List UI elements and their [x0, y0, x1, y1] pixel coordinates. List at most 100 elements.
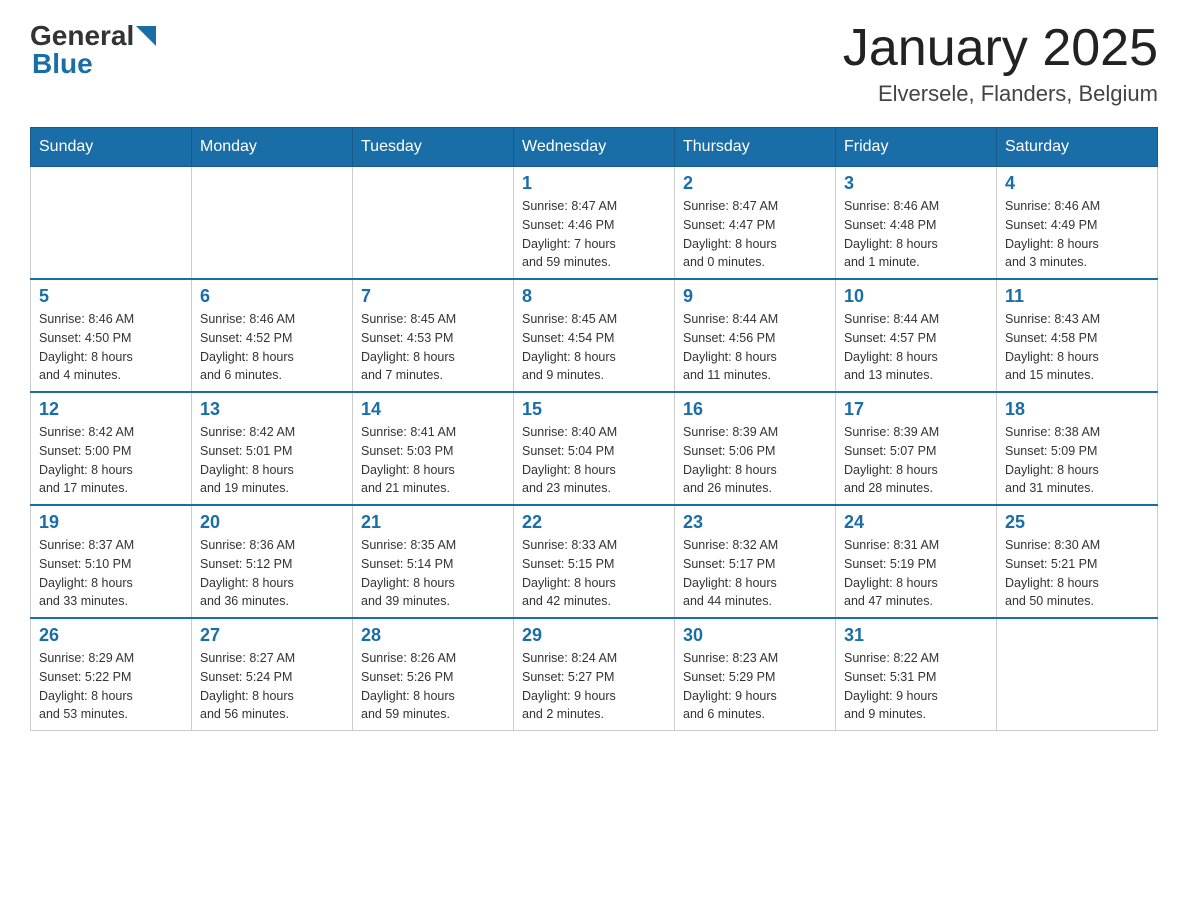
- calendar-table: SundayMondayTuesdayWednesdayThursdayFrid…: [30, 127, 1158, 731]
- day-info: Sunrise: 8:47 AMSunset: 4:46 PMDaylight:…: [522, 197, 666, 272]
- day-info: Sunrise: 8:45 AMSunset: 4:53 PMDaylight:…: [361, 310, 505, 385]
- calendar-cell: 11Sunrise: 8:43 AMSunset: 4:58 PMDayligh…: [997, 279, 1158, 392]
- day-number: 2: [683, 173, 827, 194]
- day-info: Sunrise: 8:42 AMSunset: 5:00 PMDaylight:…: [39, 423, 183, 498]
- day-number: 17: [844, 399, 988, 420]
- calendar-cell: 9 Sunrise: 8:44 AMSunset: 4:56 PMDaylight…: [675, 279, 836, 392]
- day-info: Sunrise: 8:46 AMSunset: 4:50 PMDaylight:…: [39, 310, 183, 385]
- day-info: Sunrise: 8:44 AMSunset: 4:57 PMDaylight:…: [844, 310, 988, 385]
- week-row-1: 1 Sunrise: 8:47 AMSunset: 4:46 PMDaylight…: [31, 167, 1158, 280]
- week-row-4: 19Sunrise: 8:37 AMSunset: 5:10 PMDayligh…: [31, 505, 1158, 618]
- calendar-cell: 13Sunrise: 8:42 AMSunset: 5:01 PMDayligh…: [192, 392, 353, 505]
- day-headers-row: SundayMondayTuesdayWednesdayThursdayFrid…: [31, 128, 1158, 167]
- logo-blue-text: Blue: [30, 48, 156, 80]
- calendar-cell: 21Sunrise: 8:35 AMSunset: 5:14 PMDayligh…: [353, 505, 514, 618]
- day-info: Sunrise: 8:37 AMSunset: 5:10 PMDaylight:…: [39, 536, 183, 611]
- day-number: 1: [522, 173, 666, 194]
- calendar-cell: 20 Sunrise: 8:36 AMSunset: 5:12 PMDayligh…: [192, 505, 353, 618]
- day-header-wednesday: Wednesday: [514, 128, 675, 167]
- day-number: 14: [361, 399, 505, 420]
- calendar-cell: 16Sunrise: 8:39 AMSunset: 5:06 PMDayligh…: [675, 392, 836, 505]
- calendar-cell: 28Sunrise: 8:26 AMSunset: 5:26 PMDayligh…: [353, 618, 514, 731]
- calendar-cell: 1 Sunrise: 8:47 AMSunset: 4:46 PMDaylight…: [514, 167, 675, 280]
- day-number: 3: [844, 173, 988, 194]
- day-header-thursday: Thursday: [675, 128, 836, 167]
- day-info: Sunrise: 8:31 AMSunset: 5:19 PMDaylight:…: [844, 536, 988, 611]
- day-info: Sunrise: 8:22 AMSunset: 5:31 PMDaylight:…: [844, 649, 988, 724]
- day-number: 4: [1005, 173, 1149, 194]
- calendar-cell: [31, 167, 192, 280]
- day-info: Sunrise: 8:23 AMSunset: 5:29 PMDaylight:…: [683, 649, 827, 724]
- day-header-friday: Friday: [836, 128, 997, 167]
- day-number: 13: [200, 399, 344, 420]
- title-section: January 2025 Elversele, Flanders, Belgiu…: [843, 20, 1158, 107]
- day-header-sunday: Sunday: [31, 128, 192, 167]
- day-info: Sunrise: 8:29 AMSunset: 5:22 PMDaylight:…: [39, 649, 183, 724]
- day-info: Sunrise: 8:45 AMSunset: 4:54 PMDaylight:…: [522, 310, 666, 385]
- calendar-cell: 10 Sunrise: 8:44 AMSunset: 4:57 PMDayligh…: [836, 279, 997, 392]
- day-number: 24: [844, 512, 988, 533]
- calendar-cell: 14 Sunrise: 8:41 AMSunset: 5:03 PMDayligh…: [353, 392, 514, 505]
- day-number: 5: [39, 286, 183, 307]
- month-title: January 2025: [843, 20, 1158, 77]
- day-info: Sunrise: 8:39 AMSunset: 5:07 PMDaylight:…: [844, 423, 988, 498]
- logo-arrow-icon: [136, 26, 156, 46]
- calendar-cell: 22 Sunrise: 8:33 AMSunset: 5:15 PMDayligh…: [514, 505, 675, 618]
- day-number: 30: [683, 625, 827, 646]
- day-info: Sunrise: 8:33 AMSunset: 5:15 PMDaylight:…: [522, 536, 666, 611]
- day-header-monday: Monday: [192, 128, 353, 167]
- logo: General Blue: [30, 20, 156, 80]
- calendar-cell: 17 Sunrise: 8:39 AMSunset: 5:07 PMDayligh…: [836, 392, 997, 505]
- calendar-cell: 27 Sunrise: 8:27 AMSunset: 5:24 PMDayligh…: [192, 618, 353, 731]
- day-number: 12: [39, 399, 183, 420]
- week-row-5: 26 Sunrise: 8:29 AMSunset: 5:22 PMDayligh…: [31, 618, 1158, 731]
- day-info: Sunrise: 8:47 AMSunset: 4:47 PMDaylight:…: [683, 197, 827, 272]
- day-info: Sunrise: 8:27 AMSunset: 5:24 PMDaylight:…: [200, 649, 344, 724]
- day-info: Sunrise: 8:46 AMSunset: 4:48 PMDaylight:…: [844, 197, 988, 272]
- calendar-cell: 18Sunrise: 8:38 AMSunset: 5:09 PMDayligh…: [997, 392, 1158, 505]
- day-number: 10: [844, 286, 988, 307]
- day-number: 31: [844, 625, 988, 646]
- calendar-cell: [353, 167, 514, 280]
- week-row-2: 5 Sunrise: 8:46 AMSunset: 4:50 PMDaylight…: [31, 279, 1158, 392]
- day-number: 11: [1005, 286, 1149, 307]
- day-info: Sunrise: 8:41 AMSunset: 5:03 PMDaylight:…: [361, 423, 505, 498]
- week-row-3: 12 Sunrise: 8:42 AMSunset: 5:00 PMDayligh…: [31, 392, 1158, 505]
- calendar-cell: 8 Sunrise: 8:45 AMSunset: 4:54 PMDaylight…: [514, 279, 675, 392]
- calendar-cell: 12 Sunrise: 8:42 AMSunset: 5:00 PMDayligh…: [31, 392, 192, 505]
- day-header-tuesday: Tuesday: [353, 128, 514, 167]
- calendar-cell: 24 Sunrise: 8:31 AMSunset: 5:19 PMDayligh…: [836, 505, 997, 618]
- day-number: 27: [200, 625, 344, 646]
- day-number: 9: [683, 286, 827, 307]
- calendar-cell: 4 Sunrise: 8:46 AMSunset: 4:49 PMDaylight…: [997, 167, 1158, 280]
- location-title: Elversele, Flanders, Belgium: [843, 81, 1158, 107]
- day-info: Sunrise: 8:44 AMSunset: 4:56 PMDaylight:…: [683, 310, 827, 385]
- calendar-cell: 3 Sunrise: 8:46 AMSunset: 4:48 PMDaylight…: [836, 167, 997, 280]
- calendar-cell: [192, 167, 353, 280]
- day-info: Sunrise: 8:46 AMSunset: 4:49 PMDaylight:…: [1005, 197, 1149, 272]
- calendar-cell: 19Sunrise: 8:37 AMSunset: 5:10 PMDayligh…: [31, 505, 192, 618]
- day-number: 6: [200, 286, 344, 307]
- day-info: Sunrise: 8:40 AMSunset: 5:04 PMDaylight:…: [522, 423, 666, 498]
- day-number: 29: [522, 625, 666, 646]
- calendar-cell: 6 Sunrise: 8:46 AMSunset: 4:52 PMDaylight…: [192, 279, 353, 392]
- day-number: 26: [39, 625, 183, 646]
- day-number: 20: [200, 512, 344, 533]
- calendar-cell: 7Sunrise: 8:45 AMSunset: 4:53 PMDaylight…: [353, 279, 514, 392]
- day-number: 22: [522, 512, 666, 533]
- page-header: General Blue January 2025 Elversele, Fla…: [30, 20, 1158, 107]
- calendar-cell: 5 Sunrise: 8:46 AMSunset: 4:50 PMDaylight…: [31, 279, 192, 392]
- day-number: 8: [522, 286, 666, 307]
- day-number: 28: [361, 625, 505, 646]
- day-info: Sunrise: 8:36 AMSunset: 5:12 PMDaylight:…: [200, 536, 344, 611]
- calendar-cell: 25Sunrise: 8:30 AMSunset: 5:21 PMDayligh…: [997, 505, 1158, 618]
- calendar-cell: 26 Sunrise: 8:29 AMSunset: 5:22 PMDayligh…: [31, 618, 192, 731]
- day-number: 18: [1005, 399, 1149, 420]
- day-info: Sunrise: 8:24 AMSunset: 5:27 PMDaylight:…: [522, 649, 666, 724]
- day-info: Sunrise: 8:46 AMSunset: 4:52 PMDaylight:…: [200, 310, 344, 385]
- calendar-cell: 23Sunrise: 8:32 AMSunset: 5:17 PMDayligh…: [675, 505, 836, 618]
- day-header-saturday: Saturday: [997, 128, 1158, 167]
- calendar-cell: 15Sunrise: 8:40 AMSunset: 5:04 PMDayligh…: [514, 392, 675, 505]
- calendar-cell: 2 Sunrise: 8:47 AMSunset: 4:47 PMDaylight…: [675, 167, 836, 280]
- day-number: 25: [1005, 512, 1149, 533]
